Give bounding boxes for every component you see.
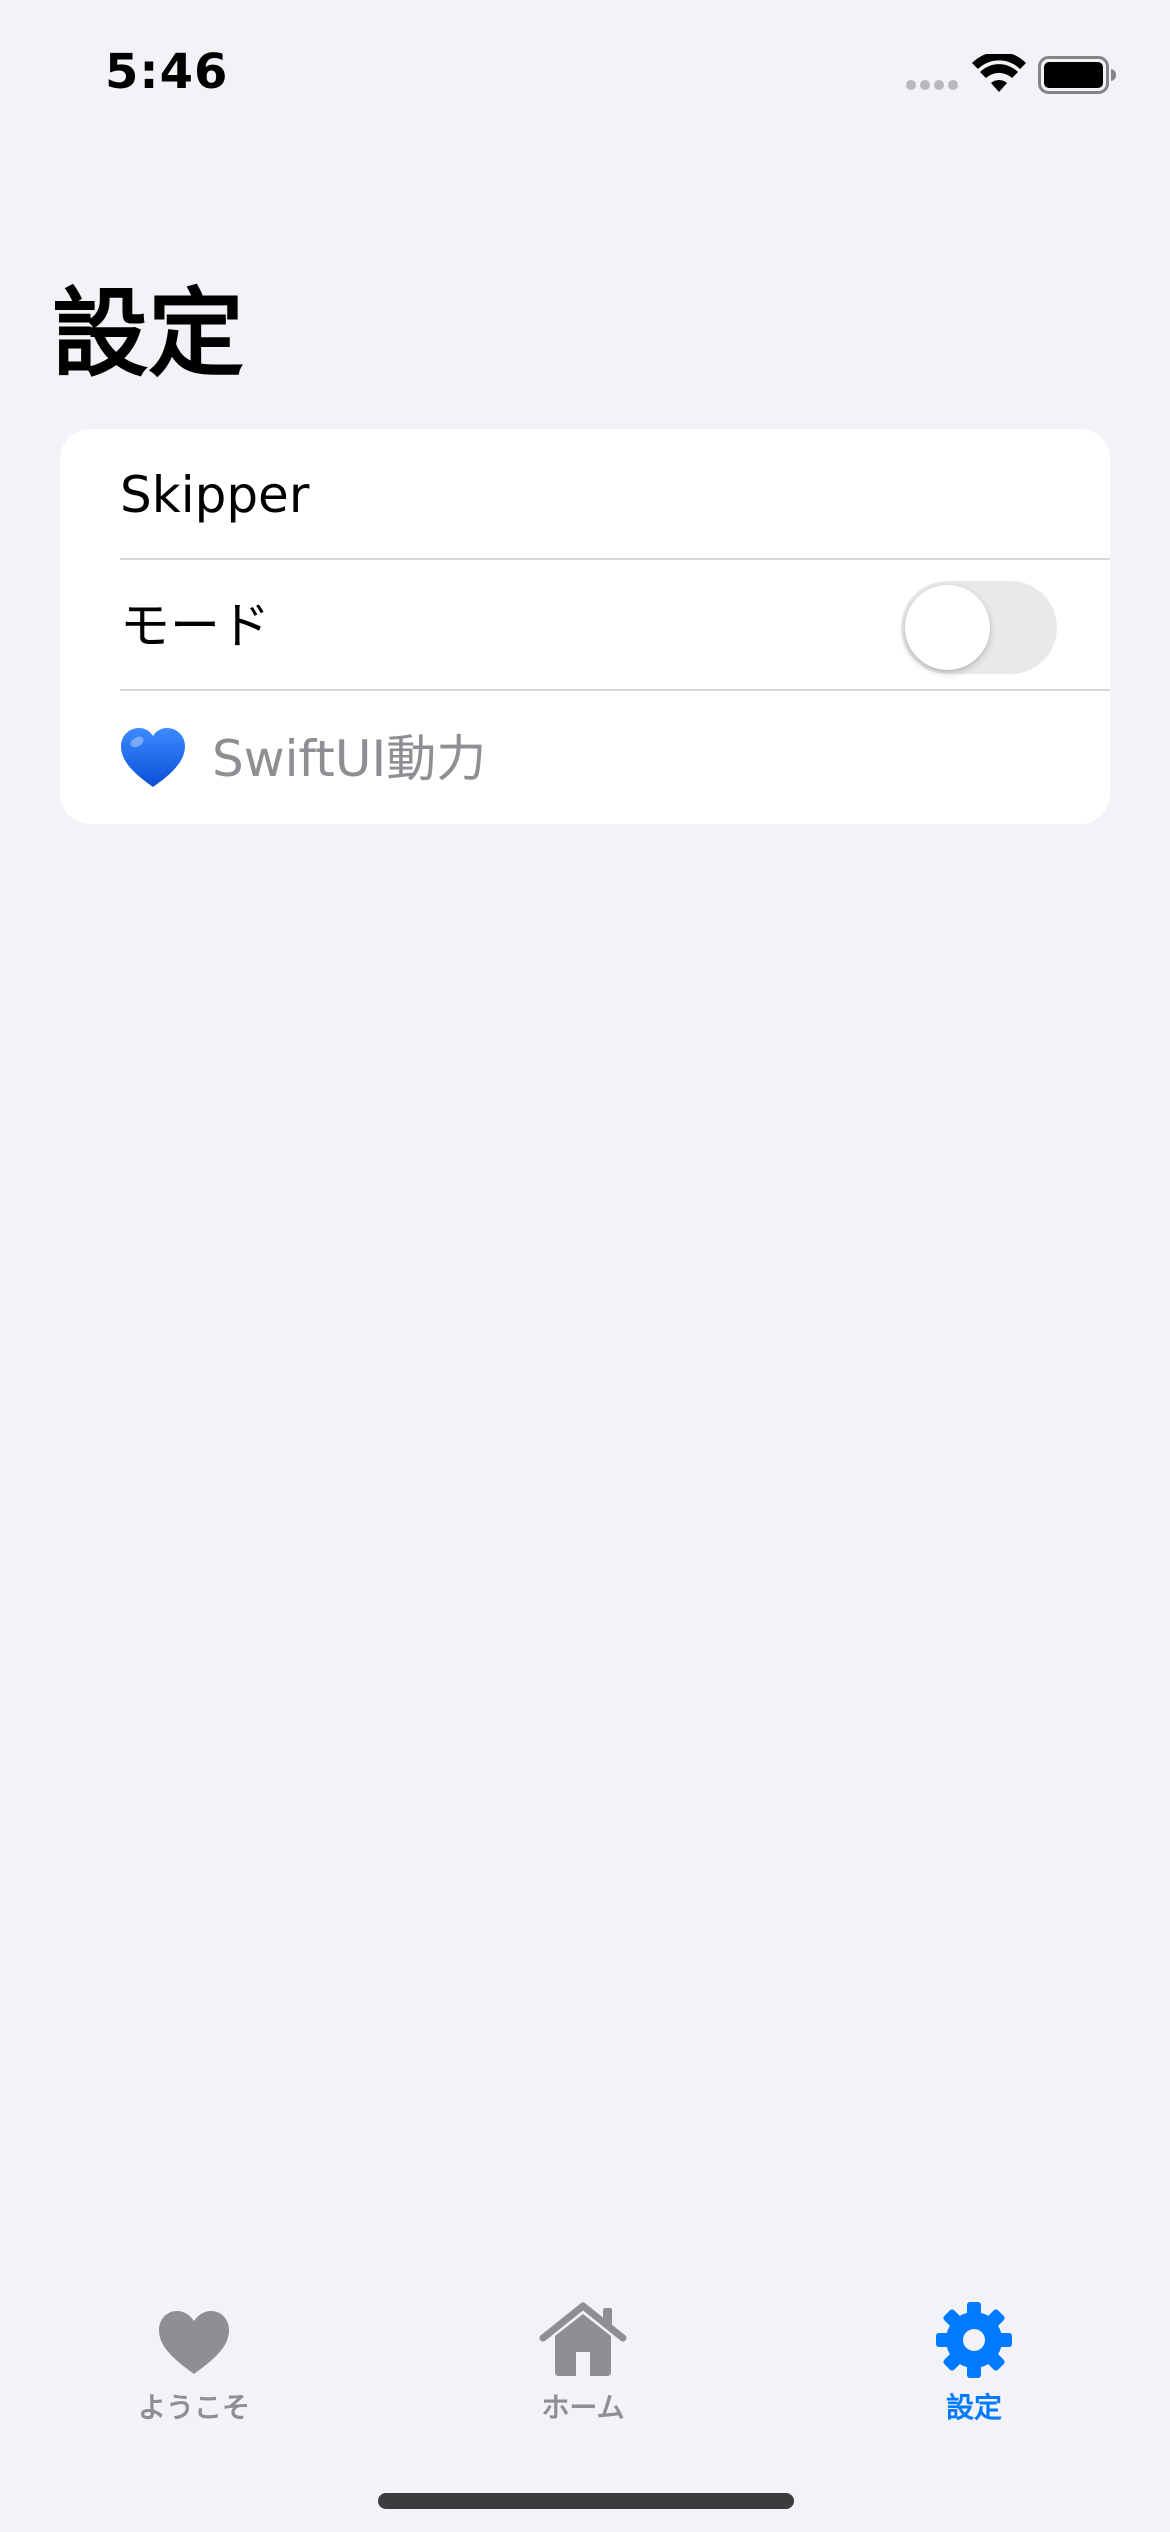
toggle-knob	[905, 585, 990, 670]
battery-full-icon	[1038, 56, 1116, 94]
gear-icon	[936, 2302, 1012, 2378]
house-icon	[539, 2302, 627, 2376]
list-item-powered-by[interactable]: SwiftUI動力	[60, 691, 1110, 824]
settings-list: Skipper モード SwiftUI動力	[60, 429, 1110, 824]
tab-welcome-label: ようこそ	[137, 2391, 250, 2424]
cellular-dots-icon	[906, 80, 960, 92]
tab-settings-label: 設定	[945, 2391, 1002, 2424]
status-bar: 5:46	[0, 0, 1170, 150]
blue-heart-icon	[121, 728, 185, 787]
tab-bar: ようこそ ホーム 設定	[0, 2280, 1170, 2440]
tab-welcome[interactable]: ようこそ	[94, 2280, 294, 2440]
home-indicator[interactable]	[378, 2493, 794, 2509]
powered-by-label: SwiftUI動力	[212, 730, 487, 788]
heart-icon	[159, 2311, 229, 2374]
mode-label: モード	[120, 597, 270, 655]
tab-home[interactable]: ホーム	[483, 2280, 683, 2440]
skipper-label: Skipper	[120, 466, 310, 524]
status-time: 5:46	[105, 44, 229, 100]
list-item-skipper[interactable]: Skipper	[60, 429, 1110, 560]
list-item-mode: モード	[60, 560, 1110, 691]
tab-settings[interactable]: 設定	[874, 2280, 1074, 2440]
page-title: 設定	[52, 278, 244, 390]
wifi-icon	[972, 54, 1026, 92]
settings-screen: 5:46 設定 Skipper モード SwiftUI動力 ようこそ ホーム 設…	[0, 0, 1170, 2532]
tab-home-label: ホーム	[541, 2391, 625, 2424]
mode-toggle[interactable]	[901, 581, 1057, 674]
